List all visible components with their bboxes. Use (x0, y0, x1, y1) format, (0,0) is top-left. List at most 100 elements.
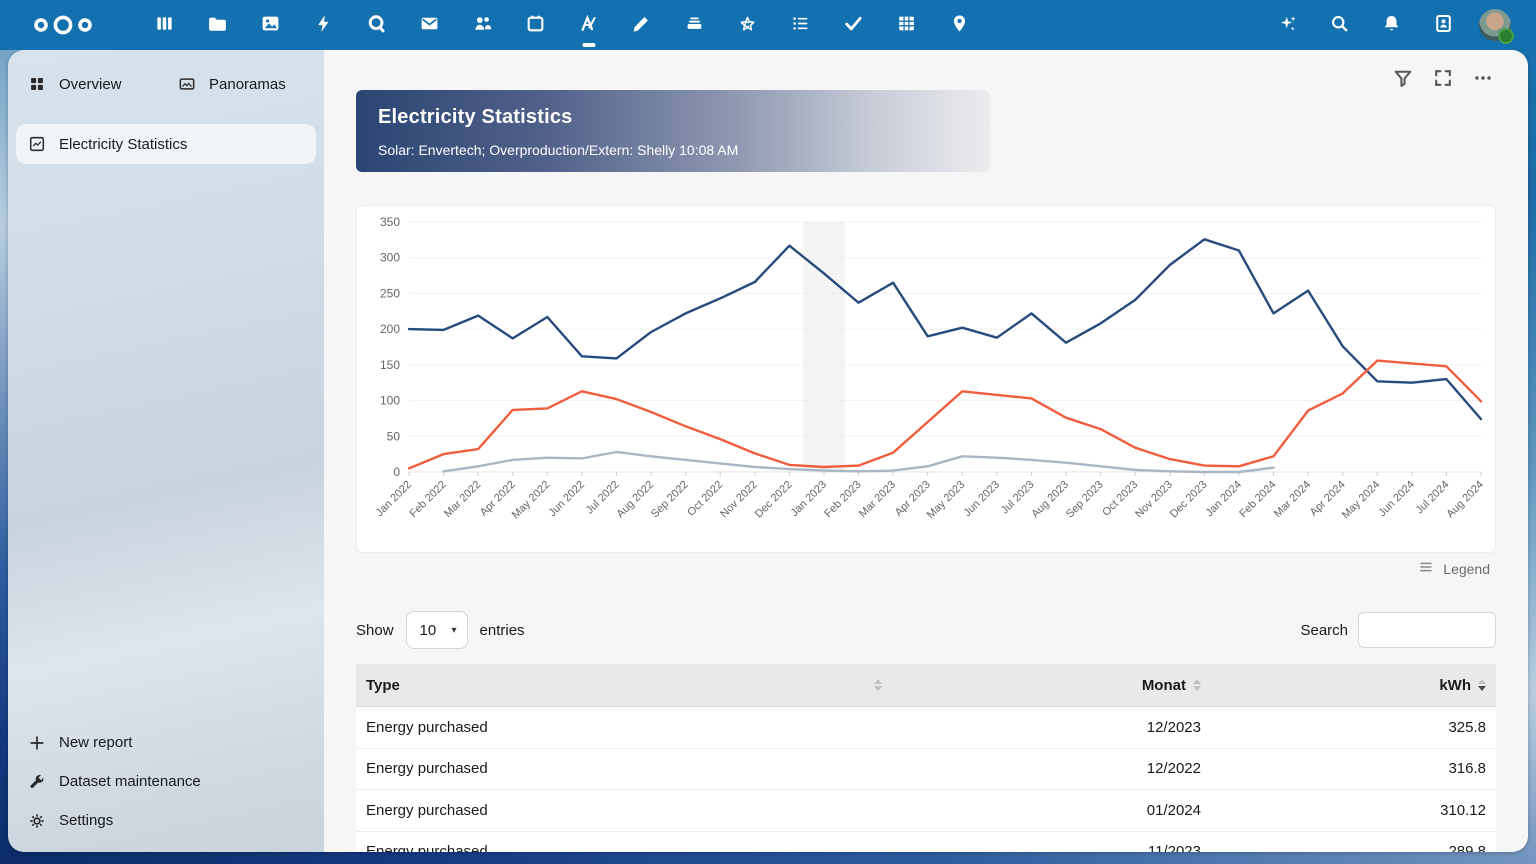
sidebar-item-panoramas[interactable]: Panoramas (166, 64, 316, 104)
data-table: Type Monat kWh Energy purchased 12/2023 325.8… (356, 664, 1496, 852)
app-mail-button[interactable] (403, 0, 456, 50)
panorama-icon (178, 75, 196, 93)
cell-monat: 01/2024 (1146, 801, 1201, 819)
app-calendar-button[interactable] (509, 0, 562, 50)
dashboard-icon (154, 13, 175, 37)
table-row[interactable]: Energy purchased 12/2022 316.8 (356, 748, 1496, 790)
wrench-icon (28, 773, 46, 791)
app-maps-button[interactable] (933, 0, 986, 50)
cell-monat: 12/2023 (1146, 718, 1201, 736)
sidebar-item-settings[interactable]: Settings (16, 801, 316, 840)
svg-text:200: 200 (380, 322, 400, 336)
contacts-menu-button[interactable] (1417, 0, 1469, 50)
report-toolbar (1384, 60, 1502, 98)
app-dashboard-button[interactable] (138, 0, 191, 50)
svg-text:100: 100 (380, 394, 400, 408)
assistant-icon (1277, 13, 1298, 37)
search-icon (1329, 13, 1350, 37)
files-icon (207, 13, 228, 37)
app-photos-button[interactable] (244, 0, 297, 50)
app-cospend-button[interactable] (721, 0, 774, 50)
notifications-button[interactable] (1365, 0, 1417, 50)
sidebar: Overview Panoramas Electricity Statistics… (8, 50, 324, 852)
fullscreen-button[interactable] (1424, 60, 1462, 98)
talk-icon (366, 13, 387, 37)
app-analytics-button[interactable] (562, 0, 615, 50)
search-input[interactable] (1358, 612, 1496, 648)
sidebar-footer: New report Dataset maintenance Settings (16, 723, 316, 840)
sidebar-item-label: New report (59, 734, 133, 751)
report-subtitle: Solar: Envertech; Overproduction/Extern:… (378, 142, 739, 158)
app-contacts-button[interactable] (456, 0, 509, 50)
app-deck-button[interactable] (668, 0, 721, 50)
table-search: Search (1300, 612, 1496, 648)
show-label: Show (356, 621, 394, 639)
gear-icon (28, 812, 46, 830)
list-icon (790, 13, 811, 37)
svg-text:Mar 2022: Mar 2022 (442, 479, 483, 520)
column-header-monat[interactable]: Monat (892, 677, 1211, 694)
line-chart[interactable]: 050100150200250300350Jan 2022Feb 2022Mar… (357, 206, 1495, 552)
app-tasks-button[interactable] (827, 0, 880, 50)
svg-text:Mar 2024: Mar 2024 (1272, 479, 1313, 520)
table-row[interactable]: Energy purchased 01/2024 310.12 (356, 790, 1496, 832)
assistant-button[interactable] (1261, 0, 1313, 50)
sidebar-report-list: Electricity Statistics (16, 124, 316, 164)
app-menu (138, 0, 986, 50)
cell-monat: 11/2023 (1147, 843, 1201, 852)
sidebar-item-label: Settings (59, 812, 114, 829)
svg-text:Sep 2022: Sep 2022 (649, 479, 691, 521)
svg-text:May 2023: May 2023 (925, 479, 968, 522)
chevron-down-icon: ▾ (451, 624, 457, 636)
cell-kwh: 289.8 (1448, 843, 1486, 852)
page-size-select[interactable]: 10 ▾ (405, 611, 468, 649)
plus-icon (28, 734, 46, 752)
svg-text:May 2022: May 2022 (510, 479, 553, 522)
cell-monat: 12/2022 (1146, 760, 1201, 778)
app-list-button[interactable] (774, 0, 827, 50)
legend-row: Legend (356, 558, 1496, 579)
sidebar-item-new-report[interactable]: New report (16, 723, 316, 762)
search-button[interactable] (1313, 0, 1365, 50)
column-header-kwh[interactable]: kWh (1211, 677, 1496, 694)
svg-text:Feb 2023: Feb 2023 (822, 479, 863, 520)
filter-button[interactable] (1384, 60, 1422, 98)
grid-icon (28, 75, 46, 93)
svg-text:May 2024: May 2024 (1340, 479, 1383, 522)
table-header-row: Type Monat kWh (356, 664, 1496, 707)
cell-kwh: 316.8 (1448, 760, 1486, 778)
column-header-type[interactable]: Type (356, 677, 892, 694)
status-indicator (1498, 28, 1514, 44)
sidebar-top-nav: Overview Panoramas (16, 64, 316, 104)
svg-text:Sep 2023: Sep 2023 (1064, 479, 1106, 521)
maps-icon (949, 13, 970, 37)
table-row[interactable]: Energy purchased 12/2023 325.8 (356, 707, 1496, 749)
app-files-button[interactable] (191, 0, 244, 50)
notes-icon (631, 13, 652, 37)
more-button[interactable] (1464, 60, 1502, 98)
sidebar-item-electricity-statistics[interactable]: Electricity Statistics (16, 124, 316, 164)
app-notes-button[interactable] (615, 0, 668, 50)
table-row[interactable]: Energy purchased 11/2023 289.8 (356, 831, 1496, 852)
sidebar-item-overview[interactable]: Overview (16, 64, 166, 104)
svg-text:Feb 2024: Feb 2024 (1237, 479, 1278, 520)
column-label: Type (366, 676, 400, 694)
app-activity-button[interactable] (297, 0, 350, 50)
legend-toggle-button[interactable]: Legend (1411, 558, 1496, 579)
sidebar-item-dataset-maintenance[interactable]: Dataset maintenance (16, 762, 316, 801)
app-talk-button[interactable] (350, 0, 403, 50)
cospend-icon (737, 13, 758, 37)
svg-text:0: 0 (393, 465, 400, 479)
svg-text:Jun 2023: Jun 2023 (962, 479, 1002, 519)
sidebar-item-label: Panoramas (209, 75, 286, 93)
user-avatar[interactable] (1479, 9, 1514, 44)
report-title: Electricity Statistics (378, 106, 573, 128)
cell-type: Energy purchased (366, 760, 488, 778)
app-tables-button[interactable] (880, 0, 933, 50)
svg-text:Mar 2023: Mar 2023 (857, 479, 898, 520)
page-size-value: 10 (419, 621, 437, 639)
column-label: kWh (1439, 676, 1471, 694)
nextcloud-logo[interactable] (30, 13, 96, 37)
sidebar-item-label: Electricity Statistics (59, 135, 188, 153)
svg-text:Aug 2024: Aug 2024 (1444, 479, 1486, 521)
